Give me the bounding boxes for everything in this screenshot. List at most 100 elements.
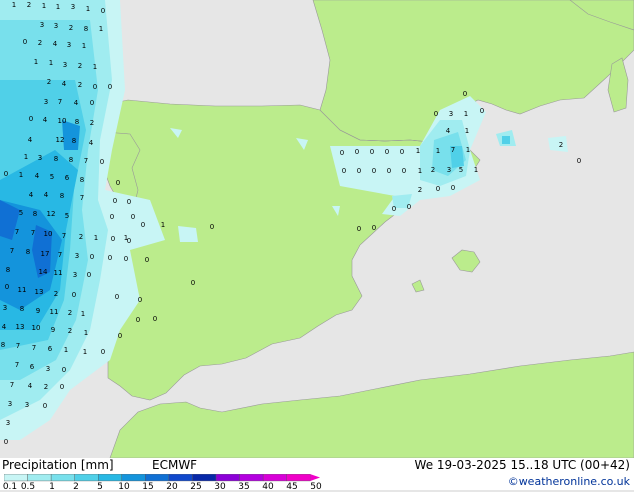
scale-label: 25 — [190, 482, 202, 492]
precip-value: 3 — [38, 154, 42, 162]
scale-segment — [27, 474, 52, 482]
precip-value: 0 — [127, 198, 131, 206]
precip-value: 0 — [62, 366, 66, 374]
precip-value: 2 — [69, 24, 73, 32]
precip-value: 1 — [465, 127, 469, 135]
precip-value: 2 — [47, 78, 51, 86]
precip-value: 0 — [357, 225, 361, 233]
precip-value: 11 — [18, 286, 27, 294]
precip-value: 0 — [138, 296, 142, 304]
scale-label: 0.5 — [20, 482, 36, 492]
precip-value: 0 — [141, 221, 145, 229]
precip-value: 0 — [463, 90, 467, 98]
precip-value: 0 — [342, 167, 346, 175]
precip-value: 0 — [101, 348, 105, 356]
scale-segment — [215, 474, 240, 482]
precip-value: 8 — [6, 266, 10, 274]
precip-value: 0 — [370, 148, 374, 156]
precip-value: 1 — [84, 329, 88, 337]
precip-value: 1 — [12, 1, 16, 9]
precip-value: 0 — [451, 184, 455, 192]
precip-value: 1 — [436, 147, 440, 155]
precip-value: 1 — [416, 147, 420, 155]
precip-value: 2 — [78, 62, 82, 70]
scale-segment — [168, 474, 193, 482]
precip-value: 8 — [26, 248, 30, 256]
precip-value: 2 — [68, 309, 72, 317]
precip-value: 2 — [431, 166, 435, 174]
precip-value: 7 — [58, 251, 62, 259]
credit-link[interactable]: ©weatheronline.co.uk — [508, 475, 630, 488]
precip-value: 7 — [62, 232, 66, 240]
precip-value: 12 — [47, 210, 56, 218]
precip-value: 0 — [113, 197, 117, 205]
precip-value: 0 — [136, 316, 140, 324]
precip-value: 4 — [28, 382, 33, 390]
precip-value: 0 — [191, 279, 195, 287]
precip-value: 1 — [418, 167, 422, 175]
precip-value: 4 — [35, 172, 40, 180]
precip-value: 1 — [82, 42, 86, 50]
precip-value: 0 — [153, 315, 157, 323]
precip-value: 0 — [357, 167, 361, 175]
precip-value: 1 — [56, 3, 60, 11]
precip-value: 2 — [54, 290, 58, 298]
precip-value: 1 — [464, 110, 468, 118]
precipitation-map: 1 2 1 1 3 1 03 3 2 8 10 2 4 3 11 1 3 2 12 4 2 0 03 7 4 00 4 10 8 24 12… — [0, 0, 634, 458]
precip-value: 13 — [35, 288, 44, 296]
precip-value: 0 — [385, 148, 389, 156]
precip-value: 3 — [75, 252, 79, 260]
precip-value: 3 — [40, 21, 44, 29]
precip-value: 0 — [43, 402, 47, 410]
valid-time: We 19-03-2025 15..18 UTC (00+42) — [414, 458, 630, 472]
precip-value: 1 — [42, 2, 46, 10]
precip-value: 3 — [6, 419, 10, 427]
precip-value: 0 — [87, 271, 91, 279]
precip-value: 9 — [51, 326, 55, 334]
scale-segment — [145, 474, 170, 482]
precip-value: 3 — [447, 166, 451, 174]
scale-label: 45 — [286, 482, 298, 492]
scale-segment — [262, 474, 287, 482]
precip-value: 3 — [71, 3, 75, 11]
precip-value: 8 — [80, 176, 84, 184]
precip-value: 1 — [49, 59, 53, 67]
precip-value: 0 — [90, 253, 94, 261]
precip-value: 5 — [50, 173, 54, 181]
precip-value: 0 — [131, 213, 135, 221]
precip-value: 0 — [372, 167, 376, 175]
precip-value: 6 — [48, 345, 53, 353]
scale-arrow — [310, 474, 321, 481]
precip-value: 0 — [4, 170, 8, 178]
scale-labels: 0.1 0.5 1 2 5 10 15 20 25 30 35 40 45 50 — [0, 482, 330, 492]
precip-value: 2 — [79, 233, 83, 241]
precip-value: 5 — [459, 166, 463, 174]
scale-label: 30 — [214, 482, 226, 492]
precip-value: 0 — [5, 283, 9, 291]
precip-value: 1 — [24, 153, 28, 161]
precip-value: 5 — [19, 209, 23, 217]
scale-label: 40 — [262, 482, 274, 492]
scale-segment — [286, 474, 311, 482]
precip-value: 8 — [20, 305, 24, 313]
scale-label: 1 — [49, 482, 55, 492]
precip-value: 9 — [36, 307, 40, 315]
precip-value: 0 — [124, 255, 128, 263]
precip-value: 1 — [161, 221, 165, 229]
precip-value: 1 — [19, 171, 23, 179]
precip-value: 0 — [355, 148, 359, 156]
precip-value: 0 — [60, 383, 64, 391]
color-scale — [4, 474, 321, 482]
precip-value: 7 — [10, 247, 14, 255]
scale-segment — [239, 474, 264, 482]
precip-value: 1 — [81, 310, 85, 318]
precip-value: 17 — [41, 250, 50, 258]
scale-segment — [192, 474, 217, 482]
precip-value: 7 — [84, 157, 88, 165]
precip-value: 1 — [466, 146, 470, 154]
precip-value: 2 — [418, 186, 422, 194]
scale-label: 0.1 — [2, 482, 18, 492]
precip-value: 5 — [65, 212, 69, 220]
precip-value: 3 — [46, 365, 50, 373]
precip-value: 8 — [84, 25, 88, 33]
